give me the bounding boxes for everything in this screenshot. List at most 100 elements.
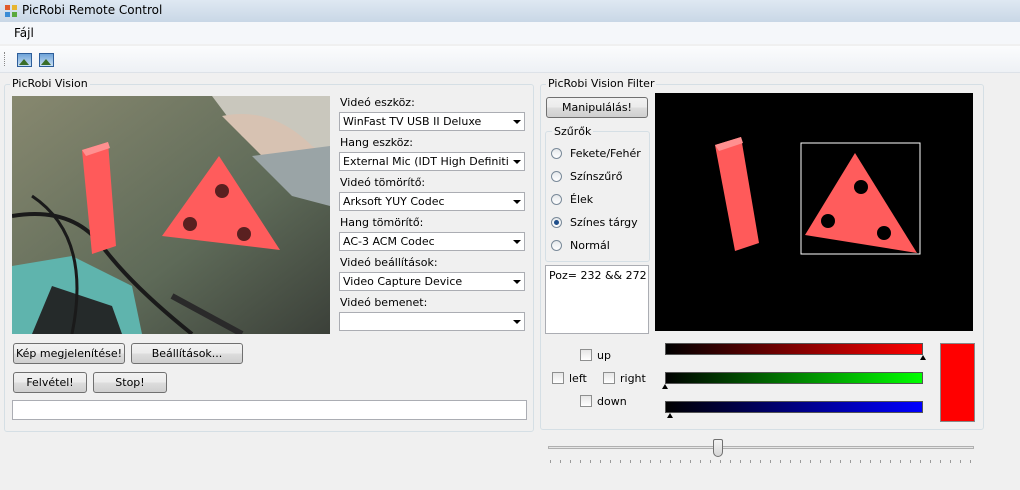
position-text: Poz= 232 && 272 (549, 269, 647, 282)
checkbox-right[interactable] (603, 372, 615, 384)
slider-tick (940, 460, 941, 463)
stop-button[interactable]: Stop! (93, 372, 167, 393)
checkbox-down[interactable] (580, 395, 592, 407)
menu-bar: Fájl (0, 22, 1020, 44)
filter-preview (655, 93, 973, 331)
filter-image (655, 93, 973, 331)
show-image-button[interactable]: Kép megjelenítése! (13, 343, 125, 364)
slider-tick (620, 460, 621, 463)
video-compressor-select[interactable]: Arksoft YUY Codec (339, 192, 525, 211)
slider-tick (960, 460, 961, 463)
slider-tick (670, 460, 671, 463)
slider-tick (710, 460, 711, 463)
app-icon (5, 5, 17, 17)
slider-tick (760, 460, 761, 463)
slider-tick (870, 460, 871, 463)
radio-black-white[interactable] (551, 148, 562, 159)
toolbar-button-image-2[interactable] (36, 50, 56, 70)
video-settings-value: Video Capture Device (343, 275, 463, 288)
slider-tick (630, 460, 631, 463)
toolbar-button-image-1[interactable] (14, 50, 34, 70)
slider-tick (700, 460, 701, 463)
slider-tick (900, 460, 901, 463)
slider-tick (570, 460, 571, 463)
status-textbox[interactable] (12, 400, 527, 420)
video-device-select[interactable]: WinFast TV USB II Deluxe (339, 112, 525, 131)
menu-file[interactable]: Fájl (14, 26, 34, 40)
slider-tick (970, 460, 971, 463)
slider-tick (590, 460, 591, 463)
blue-channel-bar[interactable] (665, 401, 923, 413)
audio-compressor-select[interactable]: AC-3 ACM Codec (339, 232, 525, 251)
slider-tick (930, 460, 931, 463)
picture-icon (17, 53, 32, 67)
filters-group-title: Szűrők (552, 125, 594, 138)
settings-button[interactable]: Beállítások... (131, 343, 243, 364)
title-bar: PicRobi Remote Control (0, 0, 1020, 23)
audio-device-select[interactable]: External Mic (IDT High Definiti (339, 152, 525, 171)
slider-tick (910, 460, 911, 463)
window-title: PicRobi Remote Control (22, 3, 163, 17)
radio-color-filter-label: Színszűrő (570, 170, 623, 183)
blue-level-marker[interactable] (667, 413, 674, 418)
slider-tick (730, 460, 731, 463)
slider-tick (780, 460, 781, 463)
toolbar-grip[interactable] (4, 52, 7, 66)
checkbox-right-label: right (620, 372, 646, 385)
red-level-marker[interactable] (920, 355, 926, 360)
radio-black-white-label: Fekete/Fehér (570, 147, 641, 160)
slider-tick (810, 460, 811, 463)
filter-group-title: PicRobi Vision Filter (546, 77, 657, 90)
red-channel-bar[interactable] (665, 343, 923, 355)
slider-tick (550, 460, 551, 463)
video-compressor-label: Videó tömörítő: (340, 176, 426, 189)
chevron-down-icon (513, 160, 521, 164)
slider-tick (650, 460, 651, 463)
checkbox-left[interactable] (552, 372, 564, 384)
green-channel-bar[interactable] (665, 372, 923, 384)
video-device-label: Videó eszköz: (340, 96, 415, 109)
slider-tick (890, 460, 891, 463)
slider-tick (660, 460, 661, 463)
slider-thumb[interactable] (713, 439, 723, 457)
record-button[interactable]: Felvétel! (13, 372, 87, 393)
audio-compressor-value: AC-3 ACM Codec (343, 235, 435, 248)
slider-tick (680, 460, 681, 463)
slider-tick (880, 460, 881, 463)
manipulate-button[interactable]: Manipulálás! (546, 97, 648, 118)
toolbar (0, 46, 1020, 73)
position-textbox[interactable]: Poz= 232 && 272 (545, 265, 649, 334)
video-settings-select[interactable]: Video Capture Device (339, 272, 525, 291)
chevron-down-icon (513, 280, 521, 284)
picture-icon (39, 53, 54, 67)
radio-edges[interactable] (551, 194, 562, 205)
video-input-select[interactable] (339, 312, 525, 331)
chevron-down-icon (513, 320, 521, 324)
checkbox-up[interactable] (580, 349, 592, 361)
slider-tick (740, 460, 741, 463)
color-preview-swatch (940, 343, 975, 422)
radio-normal[interactable] (551, 240, 562, 251)
slider-tick (640, 460, 641, 463)
chevron-down-icon (513, 120, 521, 124)
chevron-down-icon (513, 240, 521, 244)
checkbox-down-label: down (597, 395, 627, 408)
green-level-marker[interactable] (662, 384, 668, 389)
video-input-label: Videó bemenet: (340, 296, 428, 309)
slider-track[interactable] (548, 446, 974, 449)
slider-tick (840, 460, 841, 463)
slider-tick (860, 460, 861, 463)
slider-tick (580, 460, 581, 463)
checkbox-left-label: left (569, 372, 587, 385)
video-settings-label: Videó beállítások: (340, 256, 438, 269)
slider-tick (800, 460, 801, 463)
slider-tick (720, 460, 721, 463)
slider-tick (920, 460, 921, 463)
slider-tick (750, 460, 751, 463)
radio-colored-object[interactable] (551, 217, 562, 228)
slider-tick (790, 460, 791, 463)
video-compressor-value: Arksoft YUY Codec (343, 195, 445, 208)
radio-color-filter[interactable] (551, 171, 562, 182)
camera-image (12, 96, 330, 334)
slider-tick (560, 460, 561, 463)
